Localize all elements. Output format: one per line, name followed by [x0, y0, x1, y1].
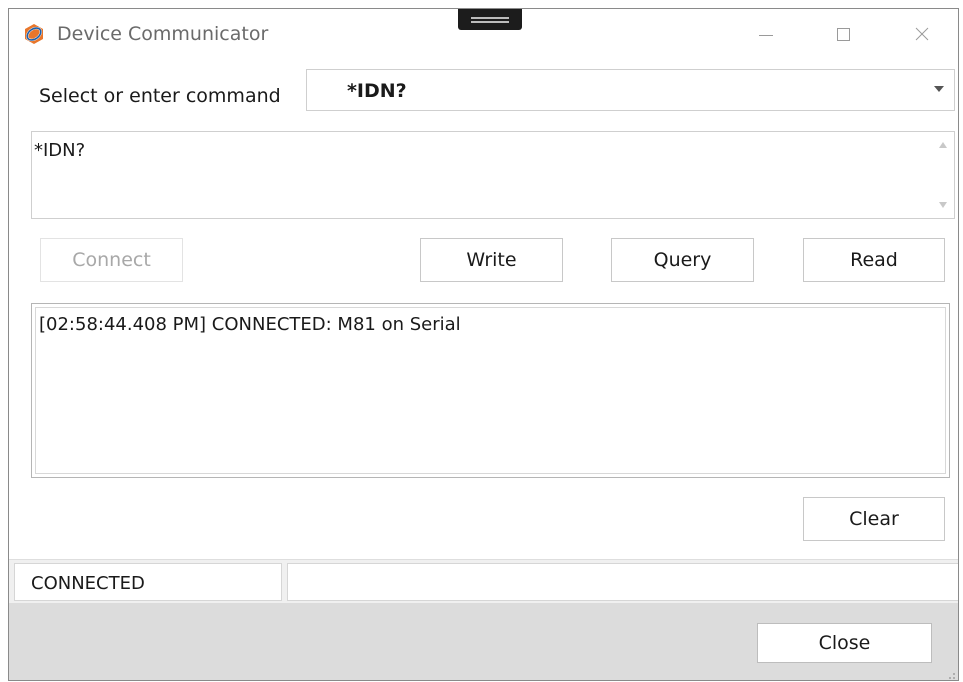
write-button[interactable]: Write	[420, 238, 563, 282]
log-line: [02:58:44.408 PM] CONNECTED: M81 on Seri…	[39, 314, 461, 335]
command-text-value[interactable]: *IDN?	[34, 140, 85, 161]
close-icon	[915, 27, 929, 41]
maximize-button[interactable]	[820, 17, 866, 51]
status-panel-state: CONNECTED	[14, 563, 282, 601]
command-text-area[interactable]: *IDN?	[31, 131, 955, 219]
resize-grip-icon[interactable]	[944, 669, 956, 680]
response-log-inner: [02:58:44.408 PM] CONNECTED: M81 on Seri…	[35, 307, 946, 474]
title-bar[interactable]: Device Communicator	[9, 9, 958, 57]
window-snap-handle[interactable]	[458, 9, 522, 30]
status-panel-detail	[287, 563, 958, 601]
chevron-down-icon[interactable]	[934, 86, 944, 92]
command-label: Select or enter command	[39, 85, 281, 107]
close-window-button[interactable]	[899, 17, 945, 51]
command-dropdown-value[interactable]: *IDN?	[347, 80, 407, 102]
minimize-button[interactable]	[743, 17, 789, 51]
status-text: CONNECTED	[31, 573, 145, 594]
read-button[interactable]: Read	[803, 238, 945, 282]
window-title: Device Communicator	[57, 23, 269, 45]
response-log[interactable]: [02:58:44.408 PM] CONNECTED: M81 on Seri…	[31, 303, 950, 478]
device-communicator-window: Device Communicator Select or enter comm…	[8, 8, 959, 681]
connect-button[interactable]: Connect	[40, 238, 183, 282]
footer-panel: Close	[9, 603, 958, 680]
clear-button[interactable]: Clear	[803, 497, 945, 541]
scroll-up-icon[interactable]	[939, 142, 947, 148]
app-logo-icon	[23, 23, 45, 45]
status-bar: CONNECTED	[9, 559, 958, 604]
command-dropdown[interactable]: *IDN?	[306, 69, 955, 111]
scroll-down-icon[interactable]	[939, 202, 947, 208]
close-button[interactable]: Close	[757, 623, 932, 663]
query-button[interactable]: Query	[611, 238, 754, 282]
